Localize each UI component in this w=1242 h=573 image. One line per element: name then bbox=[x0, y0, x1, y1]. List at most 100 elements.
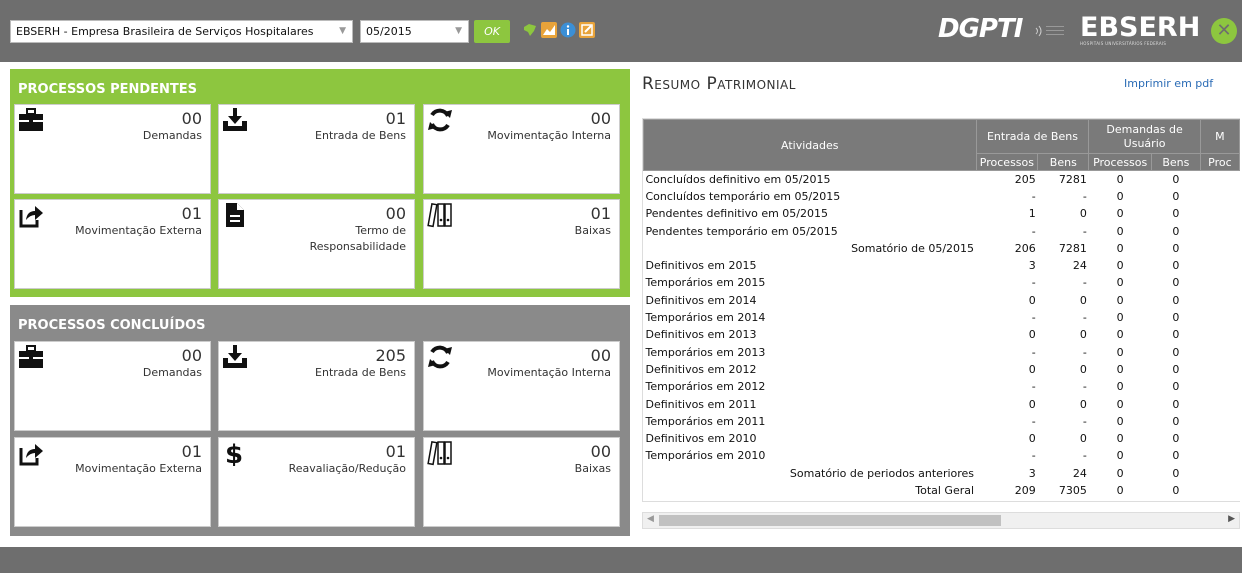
table-row: Temporários em 2013 - - 0 0 bbox=[644, 343, 1240, 360]
tile-count: 01 bbox=[181, 204, 202, 223]
row-value bbox=[1200, 343, 1239, 360]
row-value: 7305 bbox=[1058, 483, 1087, 497]
row-value: 0 bbox=[1116, 241, 1124, 255]
row-value: 0 bbox=[1116, 380, 1124, 394]
row-value: - bbox=[1082, 189, 1087, 203]
row-value: - bbox=[1031, 414, 1036, 428]
row-label: Definitivos em 2012 bbox=[645, 362, 757, 376]
dgpti-logo: DGPTI bbox=[938, 14, 1023, 44]
row-value: - bbox=[1031, 345, 1036, 359]
row-value: 0 bbox=[1172, 449, 1180, 463]
row-value: 0 bbox=[1172, 362, 1180, 376]
ebserh-logo: EBSERH bbox=[1080, 12, 1201, 43]
dollar-icon: $ bbox=[225, 440, 243, 466]
share-icon bbox=[19, 444, 43, 466]
tile-pending-entrada[interactable]: 01 Entrada de Bens bbox=[218, 104, 415, 194]
col-header-entrada: Entrada de Bens bbox=[975, 119, 1090, 154]
row-value bbox=[1200, 309, 1239, 326]
row-label: Pendentes definitivo em 05/2015 bbox=[645, 207, 829, 221]
row-value: 0 bbox=[1172, 311, 1180, 325]
tile-done-mov-interna[interactable]: 00 Movimentação Interna bbox=[423, 341, 620, 431]
row-value: - bbox=[1031, 380, 1036, 394]
row-value bbox=[1200, 222, 1239, 239]
table-row: Somatório de 05/2015 206 7281 0 0 bbox=[644, 240, 1240, 257]
briefcase-icon bbox=[19, 108, 43, 131]
panel-title: PROCESSOS PENDENTES bbox=[18, 82, 198, 97]
tile-pending-demandas[interactable]: 00 Demandas bbox=[14, 104, 211, 194]
refresh-icon bbox=[428, 345, 452, 369]
pending-processes-panel: PROCESSOS PENDENTES 00 Demandas 01 Entra… bbox=[10, 69, 630, 297]
row-value bbox=[1200, 361, 1239, 378]
resumo-table-container[interactable]: Atividades Entrada de Bens Demandas de U… bbox=[642, 118, 1240, 502]
row-value bbox=[1200, 205, 1239, 222]
row-value: 0 bbox=[1116, 432, 1124, 446]
row-label: Definitivos em 2013 bbox=[645, 328, 757, 342]
row-label: Concluídos temporário em 05/2015 bbox=[645, 189, 841, 203]
tile-done-entrada[interactable]: 205 Entrada de Bens bbox=[218, 341, 415, 431]
row-value: 206 bbox=[1014, 241, 1036, 255]
tile-done-mov-externa[interactable]: 01 Movimentação Externa bbox=[14, 437, 211, 527]
table-row: Temporários em 2012 - - 0 0 bbox=[644, 378, 1240, 395]
row-value: 3 bbox=[1028, 466, 1036, 480]
ok-button[interactable]: OK bbox=[474, 20, 510, 43]
row-value: 0 bbox=[1172, 483, 1180, 497]
tile-label: Termo de Responsabilidade bbox=[309, 224, 406, 253]
binders-icon bbox=[427, 440, 452, 466]
tile-done-baixas[interactable]: 00 Baixas bbox=[423, 437, 620, 527]
tile-done-demandas[interactable]: 00 Demandas bbox=[14, 341, 211, 431]
row-value: 0 bbox=[1116, 483, 1124, 497]
col-header-next: M bbox=[1199, 119, 1240, 154]
period-select[interactable]: 05/2015 ▼ bbox=[360, 20, 469, 43]
tile-pending-mov-externa[interactable]: 01 Movimentação Externa bbox=[14, 199, 211, 289]
row-value: 0 bbox=[1116, 414, 1124, 428]
refresh-icon bbox=[428, 108, 452, 132]
row-label: Temporários em 2012 bbox=[645, 380, 766, 394]
row-value: 0 bbox=[1079, 328, 1087, 342]
tile-pending-mov-interna[interactable]: 00 Movimentação Interna bbox=[423, 104, 620, 194]
tile-label: Movimentação Interna bbox=[487, 366, 611, 379]
row-value: 1 bbox=[1028, 207, 1036, 221]
table-row: Temporários em 2011 - - 0 0 bbox=[644, 413, 1240, 430]
tile-count: 00 bbox=[590, 346, 611, 365]
row-value: 0 bbox=[1079, 362, 1087, 376]
row-label: Definitivos em 2011 bbox=[645, 397, 757, 411]
tile-pending-termo[interactable]: 00 Termo de Responsabilidade bbox=[218, 199, 415, 289]
chart-icon[interactable] bbox=[541, 22, 557, 38]
row-value: 0 bbox=[1116, 449, 1124, 463]
scroll-thumb[interactable] bbox=[659, 515, 1001, 526]
row-value: 0 bbox=[1172, 259, 1180, 273]
row-value: 0 bbox=[1079, 293, 1087, 307]
edit-icon[interactable] bbox=[579, 22, 595, 38]
row-value: 0 bbox=[1079, 397, 1087, 411]
horizontal-scrollbar[interactable]: ◀ ▶ bbox=[642, 512, 1240, 529]
row-value: 7281 bbox=[1058, 241, 1087, 255]
print-pdf-link[interactable]: Imprimir em pdf bbox=[1124, 77, 1213, 90]
document-icon bbox=[226, 203, 244, 227]
tile-pending-baixas[interactable]: 01 Baixas bbox=[423, 199, 620, 289]
row-value bbox=[1200, 326, 1239, 343]
row-label: Temporários em 2015 bbox=[645, 276, 766, 290]
scroll-left-icon[interactable]: ◀ bbox=[647, 514, 654, 524]
scroll-right-icon[interactable]: ▶ bbox=[1228, 514, 1235, 524]
row-value bbox=[1200, 413, 1239, 430]
row-label: Pendentes temporário em 05/2015 bbox=[645, 224, 838, 238]
company-select[interactable]: EBSERH - Empresa Brasileira de Serviços … bbox=[10, 20, 353, 43]
row-value: 0 bbox=[1172, 466, 1180, 480]
row-label: Temporários em 2013 bbox=[645, 345, 766, 359]
tile-count: 205 bbox=[375, 346, 406, 365]
row-label: Temporários em 2011 bbox=[645, 414, 766, 428]
row-value: 3 bbox=[1028, 259, 1036, 273]
tile-count: 00 bbox=[590, 442, 611, 461]
col-header-bens: Bens bbox=[1150, 153, 1201, 171]
info-icon[interactable] bbox=[560, 22, 576, 38]
tile-done-reavaliacao[interactable]: $ 01 Reavaliação/Redução bbox=[218, 437, 415, 527]
row-value: - bbox=[1031, 311, 1036, 325]
table-row: Definitivos em 2013 0 0 0 0 bbox=[644, 326, 1240, 343]
close-button[interactable]: ✕ bbox=[1211, 18, 1237, 44]
row-label: Somatório de periodos anteriores bbox=[789, 466, 975, 480]
tile-count: 00 bbox=[181, 109, 202, 128]
col-header-processos: Proc bbox=[1199, 153, 1240, 171]
row-value: 209 bbox=[1014, 483, 1036, 497]
row-value: 0 bbox=[1116, 276, 1124, 290]
brazil-map-icon[interactable] bbox=[522, 22, 538, 38]
